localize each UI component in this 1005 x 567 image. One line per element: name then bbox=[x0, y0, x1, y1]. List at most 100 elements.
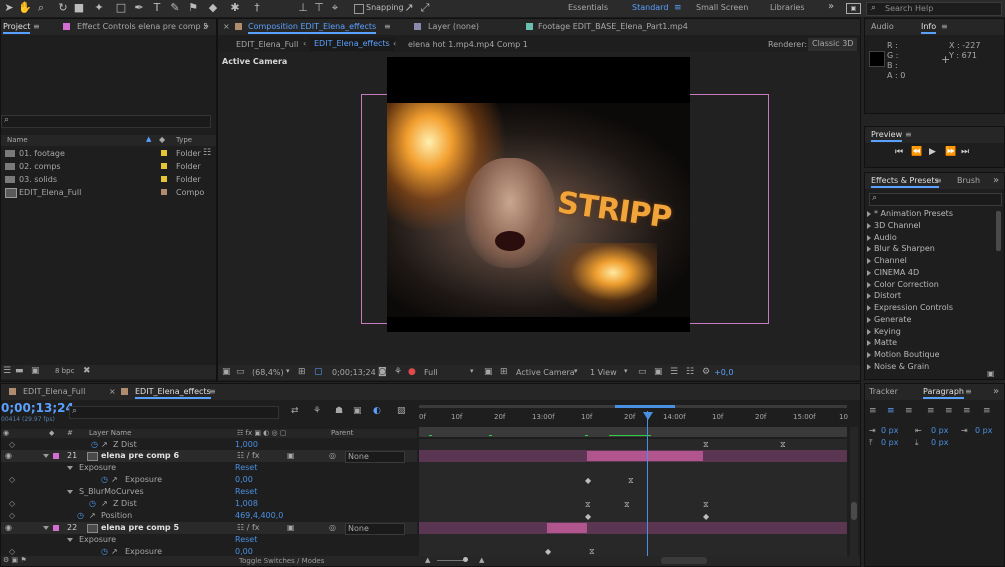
panel-overflow-icon[interactable]: » bbox=[993, 175, 999, 186]
property-group-row[interactable]: Exposure Reset bbox=[1, 534, 417, 546]
timeline-icon[interactable]: ☰ bbox=[670, 367, 678, 377]
new-folder-icon[interactable]: ▬ bbox=[15, 366, 24, 376]
roto-brush-tool-icon[interactable]: ✱ bbox=[228, 1, 242, 15]
keyframe-icon[interactable]: ◆ bbox=[703, 512, 709, 521]
property-row[interactable]: ◇ ◷ ↗ Z Dist 1,008 bbox=[1, 498, 417, 510]
tab-effects-presets[interactable]: Effects & Presets bbox=[871, 176, 939, 188]
resolution-value[interactable]: Full bbox=[424, 368, 438, 377]
clone-stamp-tool-icon[interactable]: ⚑ bbox=[186, 1, 200, 15]
timeline-search-input[interactable]: ⌕ bbox=[69, 406, 279, 419]
keyframe-nav-icon[interactable]: ◇ bbox=[9, 474, 15, 486]
panel-overflow-icon[interactable]: » bbox=[993, 386, 999, 397]
project-menu-icon[interactable]: ≡ bbox=[33, 22, 40, 31]
panel-overflow-icon[interactable]: » bbox=[203, 21, 209, 32]
property-value[interactable]: 1,008 bbox=[235, 498, 258, 510]
project-item[interactable]: 03. solids Folder bbox=[1, 173, 216, 186]
next-frame-icon[interactable]: ⏩ bbox=[945, 147, 956, 157]
camera-view-value[interactable]: Active Camera bbox=[516, 368, 575, 377]
visibility-icon[interactable]: ◉ bbox=[5, 450, 12, 462]
parent-pickwhip-icon[interactable]: ◎ bbox=[329, 450, 336, 462]
property-value[interactable]: 0,00 bbox=[235, 474, 253, 486]
trash-icon[interactable]: ✖ bbox=[83, 366, 91, 376]
property-row[interactable]: ◇ ◷ ↗ Position 469,4,400,0 bbox=[1, 510, 417, 522]
justify-left-icon[interactable]: ≡ bbox=[927, 406, 935, 416]
layer-row[interactable]: ◉ 22 elena pre comp 5 ☷ / fx ▣ ◎ None bbox=[1, 522, 417, 535]
breadcrumb-item[interactable]: elena hot 1.mp4.mp4 Comp 1 bbox=[408, 40, 528, 49]
track-area[interactable]: ⧖ ⧖ ◆ ⧖ ⧖ ⧖ ⧖ ◆ ◆ ◆ ⧖ bbox=[419, 439, 847, 557]
tab-brush[interactable]: Brush bbox=[957, 176, 980, 185]
tab-paragraph[interactable]: Paragraph bbox=[923, 387, 964, 399]
effects-menu-icon[interactable]: ≡ bbox=[935, 176, 942, 185]
effects-scrollbar[interactable] bbox=[996, 211, 1001, 251]
effects-category[interactable]: Keying bbox=[867, 327, 901, 336]
column-parent[interactable]: Parent bbox=[331, 429, 353, 437]
sort-ascending-icon[interactable]: ▲ bbox=[146, 135, 151, 143]
new-composition-icon[interactable]: ▣ bbox=[31, 366, 40, 376]
draft-3d-icon[interactable]: ⚘ bbox=[313, 406, 321, 416]
close-icon[interactable]: × bbox=[109, 387, 116, 396]
property-group-row[interactable]: S_BlurMoCurves Reset bbox=[1, 486, 417, 498]
justify-all-icon[interactable]: ≡ bbox=[983, 406, 991, 416]
expand-icon[interactable] bbox=[67, 534, 76, 546]
effects-category[interactable]: CINEMA 4D bbox=[867, 268, 919, 277]
play-icon[interactable]: ▶ bbox=[929, 147, 936, 157]
reset-link[interactable]: Reset bbox=[235, 534, 257, 546]
show-snapshot-icon[interactable]: ⚘ bbox=[394, 367, 402, 377]
effects-category[interactable]: * Animation Presets bbox=[867, 209, 953, 218]
effects-category[interactable]: Color Correction bbox=[867, 280, 939, 289]
tab-project[interactable]: Project bbox=[3, 22, 31, 34]
bit-depth-label[interactable]: 8 bpc bbox=[55, 367, 74, 375]
column-type[interactable]: Type bbox=[176, 136, 192, 144]
effects-category[interactable]: Matte bbox=[867, 338, 897, 347]
layer-switches-pane-icon[interactable]: ⚙ ▣ ⚑ bbox=[3, 556, 27, 564]
effects-category[interactable]: Audio bbox=[867, 233, 897, 242]
property-row[interactable]: ◇ ◷ ↗ Z Dist 1,000 bbox=[1, 439, 417, 450]
zoom-out-icon[interactable]: ▲ bbox=[425, 556, 430, 564]
eraser-tool-icon[interactable]: ◆ bbox=[206, 1, 220, 15]
workspace-libraries[interactable]: Libraries bbox=[770, 3, 805, 12]
timeline-horizontal-scrollbar[interactable] bbox=[661, 557, 707, 564]
parent-pickwhip-icon[interactable]: ◎ bbox=[329, 522, 336, 534]
transparency-grid-icon[interactable]: ⊞ bbox=[500, 367, 508, 377]
always-preview-icon[interactable]: ▣ bbox=[222, 367, 231, 377]
paragraph-menu-icon[interactable]: ≡ bbox=[965, 387, 972, 396]
time-ruler[interactable]: 0f 10f 20f 13:00f 10f 20f 14:00f 10f 20f… bbox=[419, 412, 848, 426]
effects-category[interactable]: Generate bbox=[867, 315, 911, 324]
keyframe-nav-icon[interactable]: ◇ bbox=[9, 510, 15, 522]
effects-category[interactable]: Expression Controls bbox=[867, 303, 953, 312]
snapping-checkbox[interactable] bbox=[354, 4, 364, 14]
composition-menu-icon[interactable]: ≡ bbox=[384, 22, 391, 31]
channel-icon[interactable]: ● bbox=[408, 367, 416, 377]
space-before-value[interactable]: 0 px bbox=[881, 438, 898, 447]
preview-menu-icon[interactable]: ≡ bbox=[905, 130, 912, 139]
space-after-value[interactable]: 0 px bbox=[931, 438, 948, 447]
view-layout-value[interactable]: 1 View bbox=[590, 368, 617, 377]
layer-name[interactable]: elena pre comp 5 bbox=[101, 522, 179, 534]
reset-link[interactable]: Reset bbox=[235, 462, 257, 474]
breadcrumb-item[interactable]: EDIT_Elena_Full bbox=[236, 40, 298, 49]
keyframe-icon[interactable]: ⧖ bbox=[780, 440, 786, 450]
search-help-box[interactable]: ⌕ Search Help bbox=[866, 2, 1002, 16]
align-left-icon[interactable]: ≡ bbox=[869, 406, 877, 416]
project-search-input[interactable]: ⌕ bbox=[1, 115, 211, 128]
tab-footage[interactable]: Footage EDIT_BASE_Elena_Part1.mp4 bbox=[538, 22, 688, 31]
timeline-vertical-scrollbar[interactable] bbox=[850, 427, 858, 557]
switch-icon[interactable]: ▣ bbox=[287, 522, 295, 534]
flowchart-icon[interactable]: ☷ bbox=[203, 147, 211, 160]
motion-blur-icon[interactable]: ◐ bbox=[373, 406, 381, 416]
label-column-icon[interactable]: ◆ bbox=[159, 135, 165, 144]
snap-option-icon[interactable]: ↗ bbox=[402, 1, 416, 15]
effects-category[interactable]: Motion Boutique bbox=[867, 350, 940, 359]
keyframe-icon[interactable]: ⧖ bbox=[703, 500, 709, 510]
expand-icon[interactable] bbox=[67, 486, 76, 498]
stopwatch-icon[interactable]: ◷ bbox=[101, 474, 108, 486]
hand-tool-icon[interactable]: ✋ bbox=[18, 1, 32, 15]
workspace-menu-icon[interactable]: ≡ bbox=[674, 3, 682, 13]
renderer-value[interactable]: Classic 3D bbox=[808, 38, 858, 51]
zoom-in-icon[interactable]: ▲ bbox=[479, 556, 484, 564]
layer-name[interactable]: elena pre comp 6 bbox=[101, 450, 179, 462]
sync-settings-icon[interactable]: ▣ bbox=[846, 3, 861, 14]
previous-frame-icon[interactable]: ⏪ bbox=[911, 147, 922, 157]
fast-previews-icon[interactable]: ▣ bbox=[654, 367, 663, 377]
keyframe-nav-icon[interactable]: ◇ bbox=[9, 498, 15, 510]
